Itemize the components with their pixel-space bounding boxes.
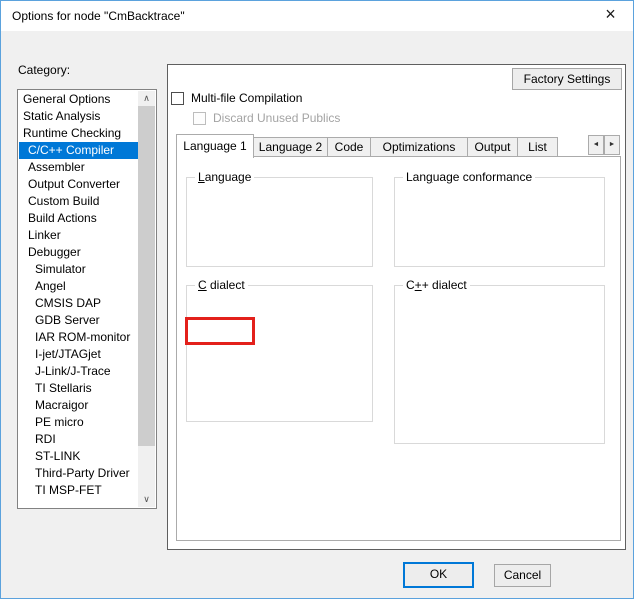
- language-group: Language: [186, 177, 373, 267]
- category-item[interactable]: Macraigor: [19, 397, 138, 414]
- tab-scroll-right-icon[interactable]: ►: [604, 135, 620, 155]
- category-item[interactable]: General Options: [19, 91, 138, 108]
- options-dialog: Options for node "CmBacktrace" × Categor…: [0, 0, 634, 599]
- cpp-dialect-group: C++ dialect: [394, 285, 605, 444]
- tab-language-2[interactable]: Language 2: [253, 137, 328, 157]
- cancel-button[interactable]: Cancel: [494, 564, 551, 587]
- dialog-title: Options for node "CmBacktrace": [12, 1, 185, 31]
- discard-unused-publics-label: Discard Unused Publics: [213, 111, 340, 126]
- category-item[interactable]: TI MSP-FET: [19, 482, 138, 499]
- scroll-up-icon[interactable]: ∧: [138, 91, 155, 106]
- category-item[interactable]: PE micro: [19, 414, 138, 431]
- discard-unused-publics-checkbox: [193, 112, 206, 125]
- titlebar: Options for node "CmBacktrace" ×: [1, 1, 633, 31]
- multi-file-compilation-label[interactable]: Multi-file Compilation: [191, 91, 302, 106]
- language-group-title: Language: [195, 170, 254, 184]
- tab-list[interactable]: List: [517, 137, 558, 157]
- category-item[interactable]: Linker: [19, 227, 138, 244]
- factory-settings-button[interactable]: Factory Settings: [512, 68, 622, 90]
- category-item[interactable]: RDI: [19, 431, 138, 448]
- category-item[interactable]: Debugger: [19, 244, 138, 261]
- category-item[interactable]: Static Analysis: [19, 108, 138, 125]
- tab-scroll-left-icon[interactable]: ◄: [588, 135, 604, 155]
- scrollbar-thumb[interactable]: [138, 106, 155, 446]
- tab-code[interactable]: Code: [327, 137, 371, 157]
- category-label: Category:: [18, 63, 70, 77]
- tab-output[interactable]: Output: [467, 137, 518, 157]
- language-conformance-group-title: Language conformance: [403, 170, 535, 184]
- close-icon[interactable]: ×: [588, 1, 633, 31]
- category-item[interactable]: CMSIS DAP: [19, 295, 138, 312]
- category-item-selected[interactable]: C/C++ Compiler: [19, 142, 138, 159]
- category-item[interactable]: ST-LINK: [19, 448, 138, 465]
- scroll-down-icon[interactable]: ∨: [138, 492, 155, 507]
- category-item[interactable]: Angel: [19, 278, 138, 295]
- c-dialect-group: C dialect: [186, 285, 373, 422]
- ok-button[interactable]: OK: [403, 562, 474, 588]
- category-item[interactable]: Assembler: [19, 159, 138, 176]
- category-item[interactable]: IAR ROM-monitor: [19, 329, 138, 346]
- tab-optimizations[interactable]: Optimizations: [370, 137, 468, 157]
- category-item[interactable]: Runtime Checking: [19, 125, 138, 142]
- category-listbox: General Options Static Analysis Runtime …: [17, 89, 157, 509]
- category-item[interactable]: Custom Build: [19, 193, 138, 210]
- category-item[interactable]: GDB Server: [19, 312, 138, 329]
- category-item[interactable]: J-Link/J-Trace: [19, 363, 138, 380]
- category-scrollbar[interactable]: ∧ ∨: [138, 91, 155, 507]
- category-list: General Options Static Analysis Runtime …: [19, 91, 138, 507]
- multi-file-compilation-checkbox[interactable]: [171, 92, 184, 105]
- language-conformance-group: Language conformance: [394, 177, 605, 267]
- tab-language-1[interactable]: Language 1: [176, 134, 254, 158]
- cpp-dialect-group-title: C++ dialect: [403, 278, 470, 292]
- c-dialect-group-title: C dialect: [195, 278, 248, 292]
- category-item[interactable]: Simulator: [19, 261, 138, 278]
- category-item[interactable]: Third-Party Driver: [19, 465, 138, 482]
- category-item[interactable]: Output Converter: [19, 176, 138, 193]
- category-item[interactable]: TI Stellaris: [19, 380, 138, 397]
- category-item[interactable]: Build Actions: [19, 210, 138, 227]
- category-item[interactable]: I-jet/JTAGjet: [19, 346, 138, 363]
